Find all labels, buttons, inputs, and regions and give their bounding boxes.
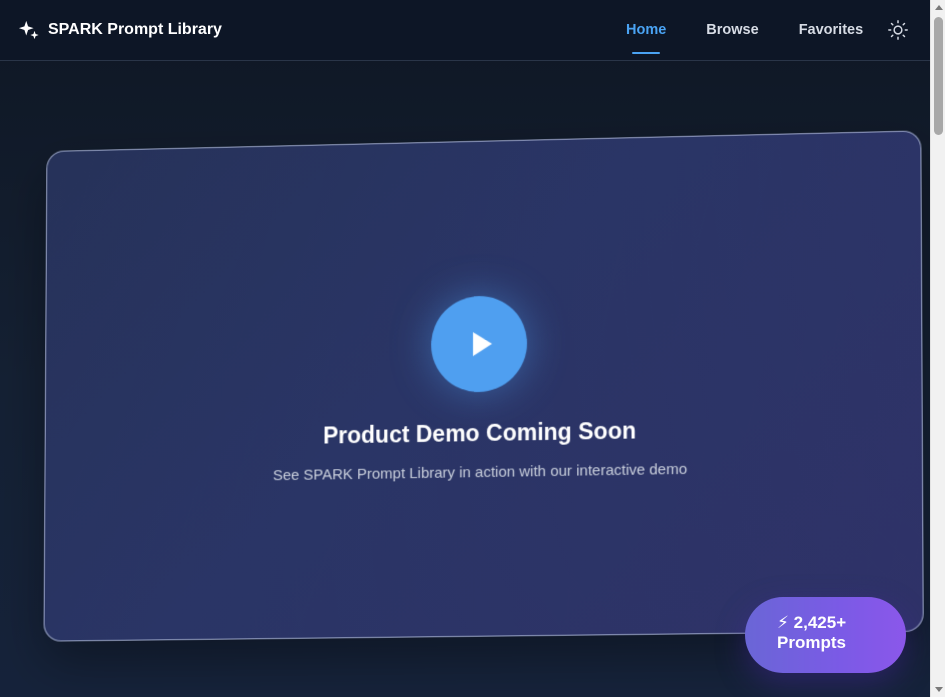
demo-title: Product Demo Coming Soon <box>323 417 636 449</box>
theme-toggle-button[interactable] <box>887 19 909 41</box>
vertical-scrollbar[interactable] <box>930 0 945 697</box>
nav-home-label: Home <box>626 22 666 38</box>
nav-favorites-label: Favorites <box>799 22 863 38</box>
sparkles-icon <box>18 19 40 41</box>
nav-favorites[interactable]: Favorites <box>779 0 883 61</box>
prompts-count-badge[interactable]: ⚡ 2,425+ Prompts <box>745 597 906 673</box>
sun-icon <box>887 19 909 41</box>
scroll-down-arrow[interactable] <box>931 682 945 697</box>
brand-title: SPARK Prompt Library <box>48 21 222 39</box>
product-demo-card: Product Demo Coming Soon See SPARK Promp… <box>43 130 923 641</box>
scroll-up-arrow[interactable] <box>931 0 945 15</box>
demo-subtitle: See SPARK Prompt Library in action with … <box>273 461 687 484</box>
page: SPARK Prompt Library Home Browse Favorit… <box>0 0 945 697</box>
play-icon <box>473 332 492 356</box>
demo-content: Product Demo Coming Soon See SPARK Promp… <box>44 131 922 640</box>
brand-logo-link[interactable]: SPARK Prompt Library <box>18 19 222 41</box>
scroll-thumb[interactable] <box>934 17 943 135</box>
top-navbar: SPARK Prompt Library Home Browse Favorit… <box>0 0 930 61</box>
arrow-up-icon <box>935 5 943 10</box>
arrow-down-icon <box>935 687 943 692</box>
main-nav: Home Browse Favorites <box>606 0 883 61</box>
nav-home[interactable]: Home <box>606 0 686 61</box>
active-indicator <box>632 52 660 54</box>
play-button[interactable] <box>431 295 527 393</box>
nav-browse[interactable]: Browse <box>686 0 778 61</box>
nav-browse-label: Browse <box>706 22 758 38</box>
